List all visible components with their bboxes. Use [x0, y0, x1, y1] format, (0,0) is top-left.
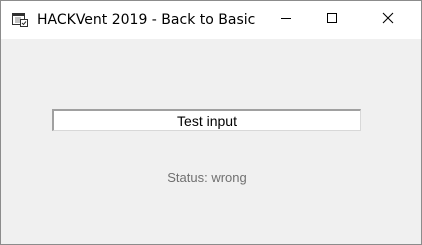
minimize-button[interactable] — [263, 1, 309, 39]
flag-input[interactable] — [52, 109, 361, 131]
close-button[interactable] — [365, 1, 411, 39]
window-title: HACKVent 2019 - Back to Basic — [37, 12, 256, 28]
maximize-button[interactable] — [309, 1, 355, 39]
status-label: Status: wrong — [167, 170, 247, 185]
title-bar[interactable]: HACKVent 2019 - Back to Basic — [1, 1, 421, 39]
minimize-icon — [280, 11, 292, 29]
client-area: Status: wrong — [1, 39, 421, 244]
app-window: HACKVent 2019 - Back to Basic Test input… — [0, 0, 422, 245]
app-window-icon[interactable] — [11, 11, 29, 29]
maximize-icon — [326, 11, 338, 29]
close-icon — [382, 11, 394, 29]
